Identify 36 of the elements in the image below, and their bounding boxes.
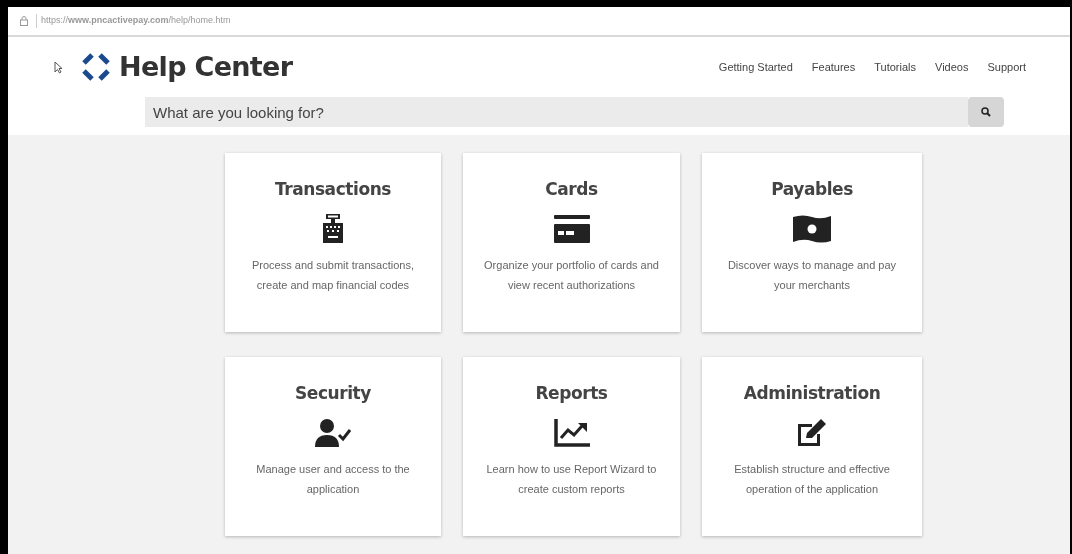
site-title: Help Center (119, 49, 293, 84)
card-title: Cards (545, 178, 598, 201)
card-description: Learn how to use Report Wizard to create custom reports (485, 461, 658, 497)
cursor-icon (54, 60, 63, 74)
category-card[interactable]: Payables Discover ways to manage and pay your merchants (702, 153, 922, 332)
nav-link[interactable]: Support (987, 58, 1026, 76)
logo-icon (81, 52, 111, 82)
category-card[interactable]: Administration Establish structure and effective operation of the application (702, 357, 922, 536)
card-title: Administration (743, 382, 881, 405)
banknote-icon (793, 214, 831, 243)
nav-link[interactable]: Features (811, 58, 856, 76)
card-description: Organize your portfolio of cards and view recent authorizations (483, 257, 660, 293)
search-field[interactable]: What are you looking for? (145, 97, 968, 127)
edit-icon (796, 417, 828, 448)
card-description: Establish structure and effective operation of the application (733, 461, 891, 497)
nav-link[interactable]: Tutorials (874, 58, 917, 76)
lock-icon (20, 16, 28, 26)
card-title: Security (295, 382, 371, 405)
search-button[interactable] (968, 97, 1004, 127)
category-card[interactable]: Cards Organize your portfolio of cards and view recent authorizations (463, 153, 680, 332)
card-title: Reports (535, 382, 608, 405)
category-card[interactable]: Security Manage user and access to the application (225, 357, 441, 536)
card-description: Manage user and access to the application (255, 461, 411, 497)
credit-card-icon (553, 214, 590, 243)
cash-register-icon (322, 213, 344, 244)
card-description: Discover ways to manage and pay your merchants (726, 257, 898, 293)
user-check-icon (315, 418, 351, 447)
search-icon (981, 107, 991, 117)
nav-link[interactable]: Videos (935, 58, 969, 76)
card-title: Payables (771, 178, 853, 201)
category-card[interactable]: Transactions Process and submit transactions, create and map financial codes (225, 153, 441, 332)
card-description: Process and submit transactions, create and map financial codes (251, 257, 415, 293)
card-title: Transactions (274, 178, 392, 201)
line-chart-icon (553, 418, 590, 447)
nav-link[interactable]: Getting Started (718, 58, 793, 76)
category-card[interactable]: Reports Learn how to use Report Wizard to create custom reports (463, 357, 680, 536)
